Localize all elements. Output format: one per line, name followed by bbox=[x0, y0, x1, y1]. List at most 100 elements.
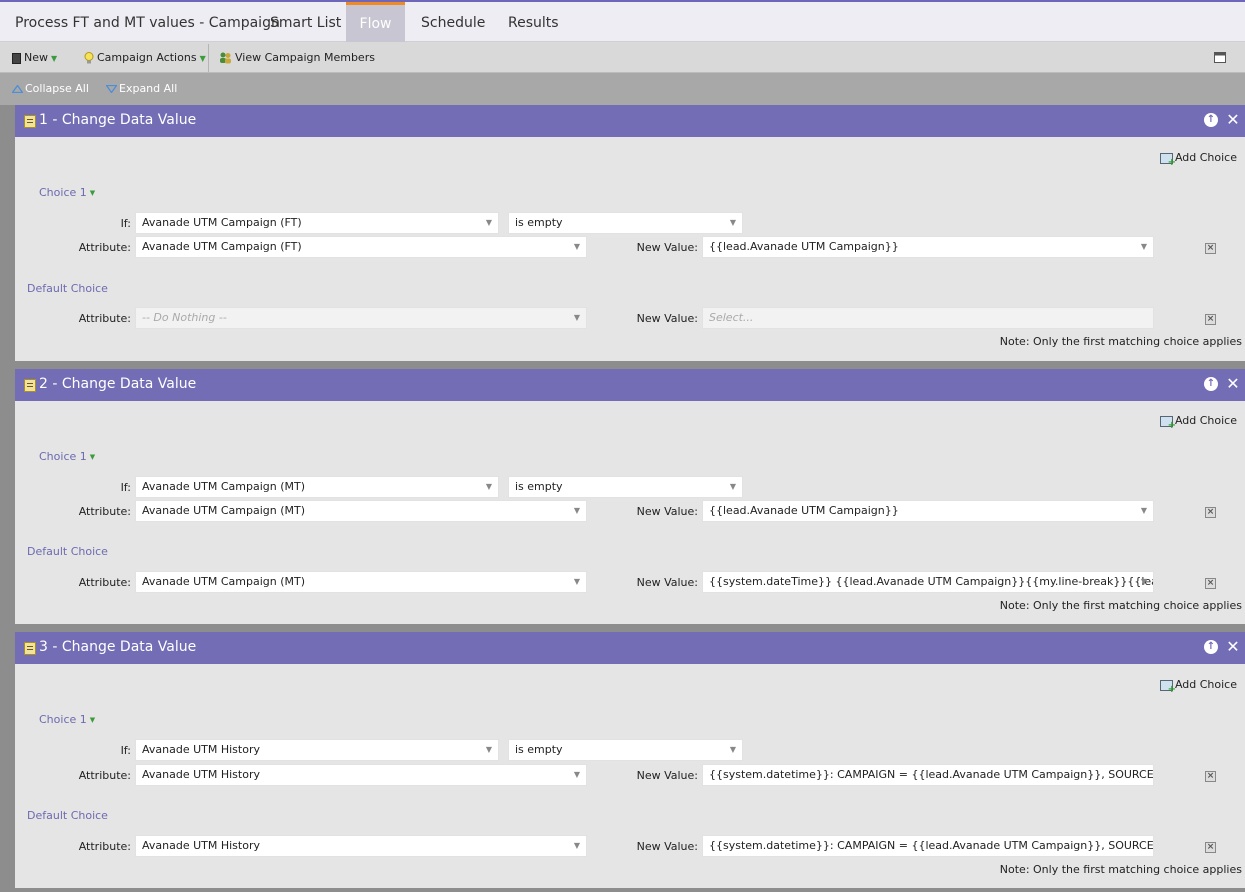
delete-choice-icon[interactable]: × bbox=[1205, 771, 1216, 782]
toolbar: New ▼ Campaign Actions ▼ View Campaign Mem… bbox=[0, 42, 1245, 73]
if-field-select[interactable]: Avanade UTM History ▼ bbox=[135, 739, 499, 761]
attribute-select[interactable]: Avanade UTM Campaign (FT) ▼ bbox=[135, 236, 587, 258]
add-choice-label: Add Choice bbox=[1174, 151, 1237, 164]
if-field-select[interactable]: Avanade UTM Campaign (FT) ▼ bbox=[135, 212, 499, 234]
chevron-down-icon: ▼ bbox=[729, 745, 736, 754]
chevron-down-icon: ▼ bbox=[1140, 506, 1147, 515]
add-choice-label: Add Choice bbox=[1174, 414, 1237, 427]
tab-schedule[interactable]: Schedule bbox=[421, 2, 485, 42]
operator-select[interactable]: is empty ▼ bbox=[508, 212, 743, 234]
close-icon[interactable]: ✕ bbox=[1226, 639, 1240, 655]
step-header: 1 - Change Data Value ↑ ✕ bbox=[15, 105, 1245, 137]
attribute-label: Attribute: bbox=[78, 769, 131, 782]
new-value-label: New Value: bbox=[636, 505, 698, 518]
add-choice-icon bbox=[1159, 679, 1176, 695]
default-new-value-text: {{system.dateTime}} {{lead.Avanade UTM C… bbox=[709, 575, 1153, 588]
tab-flow[interactable]: Flow bbox=[346, 2, 405, 42]
if-label: If: bbox=[120, 481, 131, 494]
if-field-value: Avanade UTM Campaign (FT) bbox=[142, 216, 302, 229]
default-new-value-input[interactable]: Select... bbox=[702, 307, 1154, 329]
new-value-label: New Value: bbox=[636, 576, 698, 589]
default-attribute-value: Avanade UTM History bbox=[142, 839, 260, 852]
chevron-down-icon: ▼ bbox=[573, 770, 580, 779]
choice-1-label[interactable]: Choice 1 ▼ bbox=[39, 450, 95, 463]
step-title: 3 - Change Data Value bbox=[39, 639, 197, 655]
attribute-select[interactable]: Avanade UTM History ▼ bbox=[135, 764, 587, 786]
operator-select[interactable]: is empty ▼ bbox=[508, 739, 743, 761]
new-button[interactable]: New ▼ bbox=[12, 42, 57, 73]
add-choice-button[interactable]: Add Choice bbox=[1159, 414, 1237, 431]
collapse-all-button[interactable]: Collapse All bbox=[12, 82, 89, 95]
chevron-down-icon: ▼ bbox=[1140, 577, 1147, 586]
choice-label-text: Choice 1 bbox=[39, 450, 87, 463]
lightbulb-icon bbox=[84, 52, 94, 64]
tab-smart-list[interactable]: Smart List bbox=[270, 2, 341, 42]
delete-choice-icon[interactable]: × bbox=[1205, 842, 1216, 853]
delete-choice-icon[interactable]: × bbox=[1205, 314, 1216, 325]
view-campaign-members-label: View Campaign Members bbox=[235, 51, 375, 64]
step-title: 1 - Change Data Value bbox=[39, 112, 197, 128]
choice-label-text: Choice 1 bbox=[39, 186, 87, 199]
people-icon bbox=[220, 52, 231, 64]
chevron-down-icon: ▼ bbox=[485, 482, 492, 491]
collapse-all-label: Collapse All bbox=[25, 82, 89, 95]
if-field-value: Avanade UTM History bbox=[142, 743, 260, 756]
default-attribute-select[interactable]: -- Do Nothing -- ▼ bbox=[135, 307, 587, 329]
chevron-down-icon: ▼ bbox=[1140, 242, 1147, 251]
attribute-label: Attribute: bbox=[78, 505, 131, 518]
chevron-down-icon: ▼ bbox=[89, 189, 96, 197]
choice-1-label[interactable]: Choice 1 ▼ bbox=[39, 186, 95, 199]
chevron-down-icon: ▼ bbox=[573, 577, 580, 586]
move-up-icon[interactable]: ↑ bbox=[1204, 640, 1218, 654]
move-up-icon[interactable]: ↑ bbox=[1204, 113, 1218, 127]
default-attribute-select[interactable]: Avanade UTM Campaign (MT) ▼ bbox=[135, 571, 587, 593]
chevron-down-icon: ▼ bbox=[89, 453, 96, 461]
new-value-input[interactable]: {{system.datetime}}: CAMPAIGN = {{lead.A… bbox=[702, 764, 1154, 786]
add-choice-button[interactable]: Add Choice bbox=[1159, 151, 1237, 168]
chevron-down-icon: ▼ bbox=[573, 841, 580, 850]
operator-value: is empty bbox=[515, 216, 563, 229]
campaign-actions-button[interactable]: Campaign Actions ▼ bbox=[84, 42, 206, 73]
new-value-label: New Value: bbox=[636, 241, 698, 254]
attribute-value: Avanade UTM Campaign (MT) bbox=[142, 504, 306, 517]
flow-step-2: 2 - Change Data Value ↑ ✕ Add Choice Cho… bbox=[15, 369, 1245, 624]
delete-choice-icon[interactable]: × bbox=[1205, 243, 1216, 254]
campaign-actions-label: Campaign Actions bbox=[97, 51, 197, 64]
default-new-value-input[interactable]: {{system.datetime}}: CAMPAIGN = {{lead.A… bbox=[702, 835, 1154, 857]
view-campaign-members-button[interactable]: View Campaign Members bbox=[219, 42, 375, 73]
if-field-value: Avanade UTM Campaign (MT) bbox=[142, 480, 306, 493]
attribute-select[interactable]: Avanade UTM Campaign (MT) ▼ bbox=[135, 500, 587, 522]
add-choice-button[interactable]: Add Choice bbox=[1159, 678, 1237, 695]
new-value-input[interactable]: {{lead.Avanade UTM Campaign}} ▼ bbox=[702, 236, 1154, 258]
window-icon[interactable] bbox=[1214, 52, 1226, 63]
move-up-icon[interactable]: ↑ bbox=[1204, 377, 1218, 391]
close-icon[interactable]: ✕ bbox=[1226, 112, 1240, 128]
close-icon[interactable]: ✕ bbox=[1226, 376, 1240, 392]
operator-select[interactable]: is empty ▼ bbox=[508, 476, 743, 498]
chevron-down-icon: ▼ bbox=[199, 53, 206, 63]
choice-1-label[interactable]: Choice 1 ▼ bbox=[39, 713, 95, 726]
if-field-select[interactable]: Avanade UTM Campaign (MT) ▼ bbox=[135, 476, 499, 498]
attribute-value: Avanade UTM Campaign (FT) bbox=[142, 240, 302, 253]
delete-choice-icon[interactable]: × bbox=[1205, 507, 1216, 518]
default-new-value-text: {{system.datetime}}: CAMPAIGN = {{lead.A… bbox=[709, 839, 1153, 852]
default-attribute-select[interactable]: Avanade UTM History ▼ bbox=[135, 835, 587, 857]
document-icon bbox=[12, 52, 21, 64]
default-choice-label: Default Choice bbox=[27, 809, 108, 822]
collapse-bar: Collapse All Expand All bbox=[0, 73, 1245, 105]
chevron-down-icon: ▼ bbox=[573, 313, 580, 322]
attribute-label: Attribute: bbox=[78, 840, 131, 853]
tab-campaign-name[interactable]: Process FT and MT values - Campaign bbox=[15, 2, 280, 42]
flow-step-icon bbox=[24, 115, 36, 128]
step-header: 3 - Change Data Value ↑ ✕ bbox=[15, 632, 1245, 664]
expand-all-button[interactable]: Expand All bbox=[106, 82, 177, 95]
default-new-value-input[interactable]: {{system.dateTime}} {{lead.Avanade UTM C… bbox=[702, 571, 1154, 593]
default-attribute-value: -- Do Nothing -- bbox=[142, 311, 227, 324]
delete-choice-icon[interactable]: × bbox=[1205, 578, 1216, 589]
new-value-input[interactable]: {{lead.Avanade UTM Campaign}} ▼ bbox=[702, 500, 1154, 522]
add-choice-label: Add Choice bbox=[1174, 678, 1237, 691]
tab-results[interactable]: Results bbox=[508, 2, 559, 42]
tab-bar: Process FT and MT values - Campaign Smar… bbox=[0, 0, 1245, 42]
triangle-up-icon bbox=[12, 85, 23, 93]
attribute-label: Attribute: bbox=[78, 241, 131, 254]
